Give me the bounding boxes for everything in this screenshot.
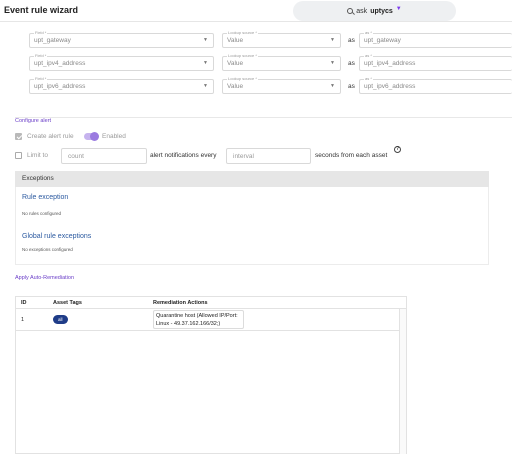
as-value-2: upt_ipv4_address [364, 60, 416, 67]
help-icon[interactable]: ? [394, 146, 401, 153]
as-value-1: upt_gateway [364, 37, 401, 44]
count-input[interactable] [62, 149, 146, 163]
interval-input[interactable] [227, 149, 310, 163]
field-select-3[interactable]: Field * upt_ipv6_address ▼ [29, 76, 214, 94]
column-header-id: ID [21, 300, 27, 306]
ask-uptycs-search[interactable]: ask uptycs ▼ [293, 1, 456, 21]
count-input-wrap [61, 148, 147, 164]
as-word-3: as [348, 83, 355, 90]
as-input-3[interactable]: as * upt_ipv6_address [359, 76, 512, 94]
rule-exception-title[interactable]: Rule exception [22, 194, 68, 201]
lookup-value-3: Value [227, 83, 244, 90]
chevron-down-icon: ▼ [203, 83, 208, 89]
lookup-label-3: Lookup source * [227, 76, 258, 81]
as-label-2: as * [364, 53, 373, 58]
interval-input-wrap [226, 148, 311, 164]
lookup-select-2[interactable]: Lookup source * Value ▼ [222, 53, 341, 71]
as-word-1: as [348, 37, 355, 44]
field-label-1: Field * [34, 30, 48, 35]
lookup-label-1: Lookup source * [227, 30, 258, 35]
lookup-label-2: Lookup source * [227, 53, 258, 58]
field-label-3: Field * [34, 76, 48, 81]
as-label-1: as * [364, 30, 373, 35]
as-input-1[interactable]: as * upt_gateway [359, 30, 512, 48]
auto-remediation-title[interactable]: Apply Auto-Remediation [15, 275, 74, 281]
field-value-3: upt_ipv6_address [34, 83, 86, 90]
field-select-2[interactable]: Field * upt_ipv4_address ▼ [29, 53, 214, 71]
seconds-text: seconds from each asset [315, 152, 388, 159]
remediation-action-line1: Quarantine host (Allowed IP/Port: [156, 313, 238, 319]
chevron-down-icon: ▼ [203, 60, 208, 66]
column-header-remediation-actions: Remediation Actions [153, 300, 208, 306]
global-exception-title[interactable]: Global rule exceptions [22, 233, 91, 240]
global-exception-note: No exceptions configured [22, 247, 73, 252]
table-row[interactable]: 1 all Quarantine host (Allowed IP/Port: … [16, 309, 406, 331]
create-alert-checkbox[interactable] [15, 133, 22, 140]
remediation-table: ID Asset Tags Remediation Actions 1 all … [15, 296, 407, 454]
lookup-value-1: Value [227, 37, 244, 44]
chevron-down-icon: ▼ [330, 83, 335, 89]
exceptions-panel: Rule exception No rules configured Globa… [15, 187, 489, 265]
field-value-2: upt_ipv4_address [34, 60, 86, 67]
field-value-1: upt_gateway [34, 37, 71, 44]
rule-exception-note: No rules configured [22, 211, 62, 216]
create-alert-label: Create alert rule [27, 133, 74, 140]
exceptions-header: Exceptions [15, 171, 489, 187]
table-header: ID Asset Tags Remediation Actions [16, 297, 406, 309]
limit-label: Limit to [27, 152, 48, 159]
lookup-value-2: Value [227, 60, 244, 67]
page-title: Event rule wizard [4, 5, 79, 15]
chevron-down-icon: ▼ [330, 37, 335, 43]
enabled-label: Enabled [102, 133, 126, 140]
column-header-asset-tags: Asset Tags [53, 300, 82, 306]
as-input-2[interactable]: as * upt_ipv4_address [359, 53, 512, 71]
ask-brand: uptycs [370, 7, 393, 15]
chevron-down-icon: ▼ [330, 60, 335, 66]
uptycs-logo-icon: ▼ [395, 6, 402, 12]
field-label-2: Field * [34, 53, 48, 58]
field-select-1[interactable]: Field * upt_gateway ▼ [29, 30, 214, 48]
lookup-select-1[interactable]: Lookup source * Value ▼ [222, 30, 341, 48]
configure-alert-title: Configure alert [15, 118, 52, 124]
lookup-select-3[interactable]: Lookup source * Value ▼ [222, 76, 341, 94]
limit-checkbox[interactable] [15, 152, 22, 159]
table-scrollbar[interactable] [399, 309, 406, 454]
as-value-3: upt_ipv6_address [364, 83, 416, 90]
chevron-down-icon: ▼ [203, 37, 208, 43]
search-icon [347, 8, 354, 14]
app-header: Event rule wizard ask uptycs ▼ [0, 0, 512, 22]
enabled-toggle[interactable] [84, 132, 99, 141]
ask-prefix: ask [356, 7, 368, 15]
exceptions-title: Exceptions [22, 175, 54, 182]
notification-text: alert notifications every [150, 152, 217, 159]
asset-tag-badge: all [53, 315, 68, 324]
toggle-knob [90, 132, 99, 141]
remediation-action-cell: Quarantine host (Allowed IP/Port: Linux … [153, 310, 244, 329]
as-label-3: as * [364, 76, 373, 81]
row-id: 1 [21, 317, 25, 323]
remediation-action-line2: Linux - 49.37.162.166/32;) [156, 321, 221, 327]
as-word-2: as [348, 60, 355, 67]
